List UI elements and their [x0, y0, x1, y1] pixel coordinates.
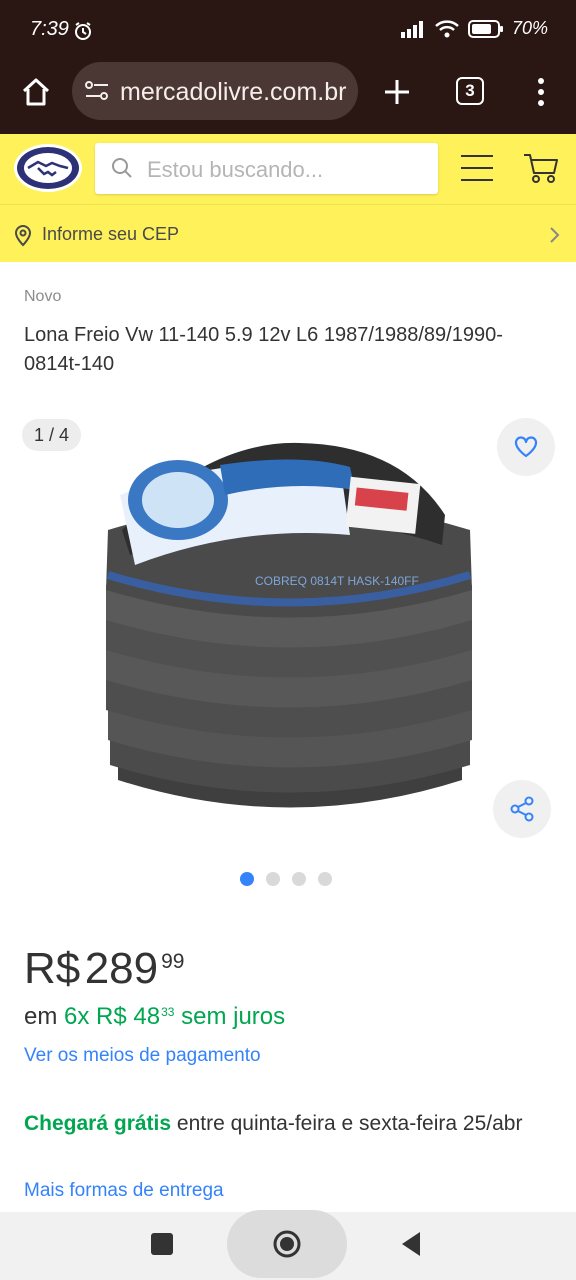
site-settings-icon[interactable] — [84, 80, 110, 102]
back-icon[interactable] — [400, 1231, 422, 1257]
tabs-count: 3 — [465, 81, 475, 100]
shipping-text: entre quinta-feira e sexta-feira 25/abr — [176, 1112, 523, 1135]
search-input[interactable]: Estou buscando... — [95, 143, 438, 194]
installments-prefix: em — [24, 1003, 58, 1030]
product-image[interactable]: COBREQ 0814T HASK-140FF — [100, 435, 480, 830]
status-indicators: 70% — [400, 18, 548, 39]
price: R$ 289 99 — [24, 944, 184, 994]
home-nav-icon — [273, 1230, 301, 1258]
url-text: mercadolivre.com.br — [120, 78, 347, 106]
handshake-icon — [27, 160, 69, 177]
cep-bar[interactable]: Informe seu CEP — [0, 204, 576, 262]
shipping-info: Chegará grátis entre quinta-feira e sext… — [24, 1108, 544, 1139]
home-nav-button[interactable] — [227, 1210, 347, 1278]
address-bar[interactable]: mercadolivre.com.br — [72, 62, 358, 120]
mercadolivre-logo[interactable] — [14, 144, 82, 192]
favorite-button[interactable] — [497, 418, 555, 476]
pagination-dot[interactable] — [292, 872, 306, 886]
status-time: 7:39 — [30, 18, 69, 40]
pagination-dot[interactable] — [266, 872, 280, 886]
product-condition: Novo — [24, 288, 62, 305]
installments-value: 6x R$ 48 — [64, 1003, 161, 1030]
location-pin-icon — [14, 225, 32, 247]
installments-suffix: sem juros — [181, 1003, 286, 1030]
product-title: Lona Freio Vw 11-140 5.9 12v L6 1987/198… — [24, 324, 503, 375]
price-whole: 289 — [84, 944, 159, 993]
pagination-dot[interactable] — [240, 872, 254, 886]
cep-label: Informe seu CEP — [42, 224, 180, 244]
image-label-text: COBREQ 0814T HASK-140FF — [255, 574, 419, 588]
more-icon[interactable] — [534, 76, 548, 108]
new-tab-icon[interactable] — [383, 78, 411, 106]
share-button[interactable] — [493, 780, 551, 838]
installments-cents: 33 — [161, 1005, 175, 1019]
alarm-icon — [75, 22, 91, 40]
price-currency: R$ — [24, 944, 81, 993]
wifi-icon — [435, 19, 459, 37]
installments: em 6x R$ 4833 sem juros — [24, 1003, 285, 1031]
signal-icon — [400, 20, 423, 38]
shipping-highlight: Chegará grátis — [24, 1112, 172, 1135]
price-cents: 99 — [161, 950, 185, 973]
tabs-button[interactable]: 3 — [456, 77, 484, 105]
payment-methods-link[interactable]: Ver os meios de pagamento — [24, 1045, 261, 1067]
recents-icon[interactable] — [150, 1232, 174, 1256]
menu-icon[interactable] — [460, 154, 494, 182]
cart-icon[interactable] — [523, 152, 559, 184]
site-header: Estou buscando... — [0, 134, 576, 204]
logo-handshake — [24, 153, 72, 183]
delivery-options-link[interactable]: Mais formas de entrega — [24, 1180, 224, 1202]
pagination-dot[interactable] — [318, 872, 332, 886]
chevron-right-icon — [550, 227, 560, 243]
heart-icon — [514, 436, 538, 458]
status-bar: 7:39 70% — [0, 0, 576, 62]
browser-toolbar: mercadolivre.com.br 3 — [0, 62, 576, 134]
home-icon[interactable] — [20, 76, 52, 108]
image-counter: 1 / 4 — [22, 419, 82, 451]
image-pagination — [240, 872, 332, 886]
battery-icon — [467, 19, 503, 38]
navigation-bar — [0, 1210, 576, 1280]
battery-percent: 70% — [511, 18, 548, 38]
search-icon — [112, 158, 132, 178]
share-icon — [510, 796, 534, 822]
search-placeholder: Estou buscando... — [147, 157, 324, 182]
